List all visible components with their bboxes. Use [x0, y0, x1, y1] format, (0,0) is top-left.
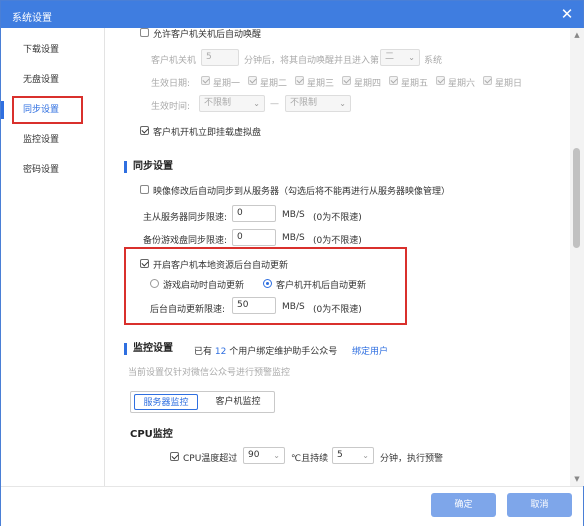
game-disk-label: 备份游戏盘同步限速:: [143, 236, 228, 246]
weekday-label-sun: 星期日: [495, 79, 523, 89]
highlight-box-local-update: [124, 247, 407, 325]
cpu-temp-select[interactable]: 90 ⌄: [243, 447, 285, 464]
boot-suffix: 系统: [424, 56, 443, 66]
chevron-down-icon: ⌄: [362, 451, 369, 460]
weekday-checkbox-sun[interactable]: [483, 76, 492, 85]
chevron-down-icon: ⌄: [408, 53, 415, 62]
image-sync-label: 映像修改后自动同步到从服务器（勾选后将不能再进行从服务器映像管理）: [153, 187, 451, 197]
scroll-down-icon[interactable]: ▼: [572, 474, 582, 484]
close-icon[interactable]: ✕: [559, 6, 575, 22]
master-slave-input[interactable]: 0: [232, 205, 276, 222]
weekday-checkbox-fri[interactable]: [389, 76, 398, 85]
cpu-monitor-title: CPU监控: [130, 429, 173, 440]
game-disk-input[interactable]: 0: [232, 229, 276, 246]
cpu-action-label: 分钟，执行预警: [380, 454, 444, 464]
cpu-temp-checkbox[interactable]: [170, 452, 179, 461]
weekday-checkbox-mon[interactable]: [201, 76, 210, 85]
cpu-temp-value: 90: [248, 450, 260, 460]
weekday-label-thu: 星期四: [354, 79, 382, 89]
sidebar-item-monitor[interactable]: 监控设置: [1, 128, 104, 152]
cancel-button[interactable]: 取消: [507, 493, 572, 517]
cpu-duration-select[interactable]: 5 ⌄: [332, 447, 374, 464]
monitor-description: 当前设置仅针对微信公众号进行预警监控: [128, 368, 291, 378]
auto-wake-label: 允许客户机关机后自动唤醒: [153, 30, 262, 40]
time-to-value: 不限制: [290, 98, 318, 108]
boot-system-value: 二: [385, 52, 395, 62]
chevron-down-icon: ⌄: [339, 99, 346, 108]
master-slave-hint: (0为不限速): [313, 213, 362, 223]
settings-window: 系统设置 ✕ 下载设置 无盘设置 同步设置 监控设置 密码设置 允许客户机关机后…: [0, 0, 584, 526]
image-sync-checkbox[interactable]: [140, 185, 149, 194]
game-disk-unit: MB/S: [282, 233, 305, 243]
weekday-checkbox-wed[interactable]: [295, 76, 304, 85]
mount-virtual-checkbox[interactable]: [140, 126, 149, 135]
client-off-minutes-input[interactable]: 5: [201, 49, 239, 66]
monitor-tabs: 服务器监控 客户机监控: [130, 391, 275, 413]
monitor-section-title: 监控设置: [124, 343, 173, 355]
weekday-label-wed: 星期三: [307, 79, 335, 89]
title-bar: 系统设置 ✕: [1, 1, 583, 28]
window-title: 系统设置: [12, 13, 52, 24]
sync-section-title: 同步设置: [124, 161, 173, 173]
chevron-down-icon: ⌄: [273, 451, 280, 460]
sidebar-item-download[interactable]: 下载设置: [1, 38, 104, 62]
sidebar-item-password[interactable]: 密码设置: [1, 158, 104, 182]
auto-wake-checkbox[interactable]: [140, 28, 149, 37]
weekday-checkbox-thu[interactable]: [342, 76, 351, 85]
sidebar-item-diskless[interactable]: 无盘设置: [1, 68, 104, 92]
bound-users-prefix: 已有: [194, 347, 213, 357]
time-from-value: 不限制: [204, 98, 232, 108]
bound-users-suffix: 个用户绑定维护助手公众号: [229, 347, 338, 357]
master-slave-unit: MB/S: [282, 210, 305, 220]
time-to-select[interactable]: 不限制 ⌄: [285, 95, 351, 112]
ok-button[interactable]: 确定: [431, 493, 496, 517]
chevron-down-icon: ⌄: [253, 99, 260, 108]
bound-users-count: 12: [214, 347, 227, 357]
cpu-duration-label: ℃且持续: [291, 454, 329, 464]
mount-virtual-label: 客户机开机立即挂载虚拟盘: [153, 128, 262, 138]
time-from-select[interactable]: 不限制 ⌄: [199, 95, 265, 112]
client-off-prefix: 客户机关机: [151, 56, 197, 66]
weekday-label-mon: 星期一: [213, 79, 241, 89]
time-separator: —: [270, 99, 279, 109]
master-slave-label: 主从服务器同步限速:: [143, 213, 228, 223]
game-disk-hint: (0为不限速): [313, 236, 362, 246]
client-off-mid: 分钟后，将其自动唤醒并且进入第: [244, 56, 380, 66]
boot-system-select[interactable]: 二 ⌄: [380, 49, 420, 66]
dialog-footer: 确定 取消: [1, 486, 583, 526]
cpu-temp-label: CPU温度超过: [183, 454, 238, 464]
weekday-checkbox-sat[interactable]: [436, 76, 445, 85]
cpu-duration-value: 5: [337, 450, 343, 460]
scroll-thumb[interactable]: [573, 148, 580, 248]
weekday-label-sat: 星期六: [448, 79, 476, 89]
bound-users-text: 已有 12 个用户绑定维护助手公众号: [194, 344, 337, 357]
effective-time-label: 生效时间:: [151, 102, 191, 112]
active-indicator: [1, 101, 4, 119]
highlight-box-sidebar: [12, 96, 83, 124]
bind-users-link[interactable]: 绑定用户: [352, 344, 388, 357]
tab-client-monitor[interactable]: 客户机监控: [203, 392, 273, 412]
weekday-checkbox-tue[interactable]: [248, 76, 257, 85]
vertical-scrollbar[interactable]: ▲ ▼: [570, 28, 584, 486]
scroll-up-icon[interactable]: ▲: [572, 30, 582, 40]
weekday-label-fri: 星期五: [401, 79, 429, 89]
effective-date-label: 生效日期:: [151, 79, 191, 89]
tab-server-monitor[interactable]: 服务器监控: [134, 394, 198, 410]
weekday-label-tue: 星期二: [260, 79, 288, 89]
